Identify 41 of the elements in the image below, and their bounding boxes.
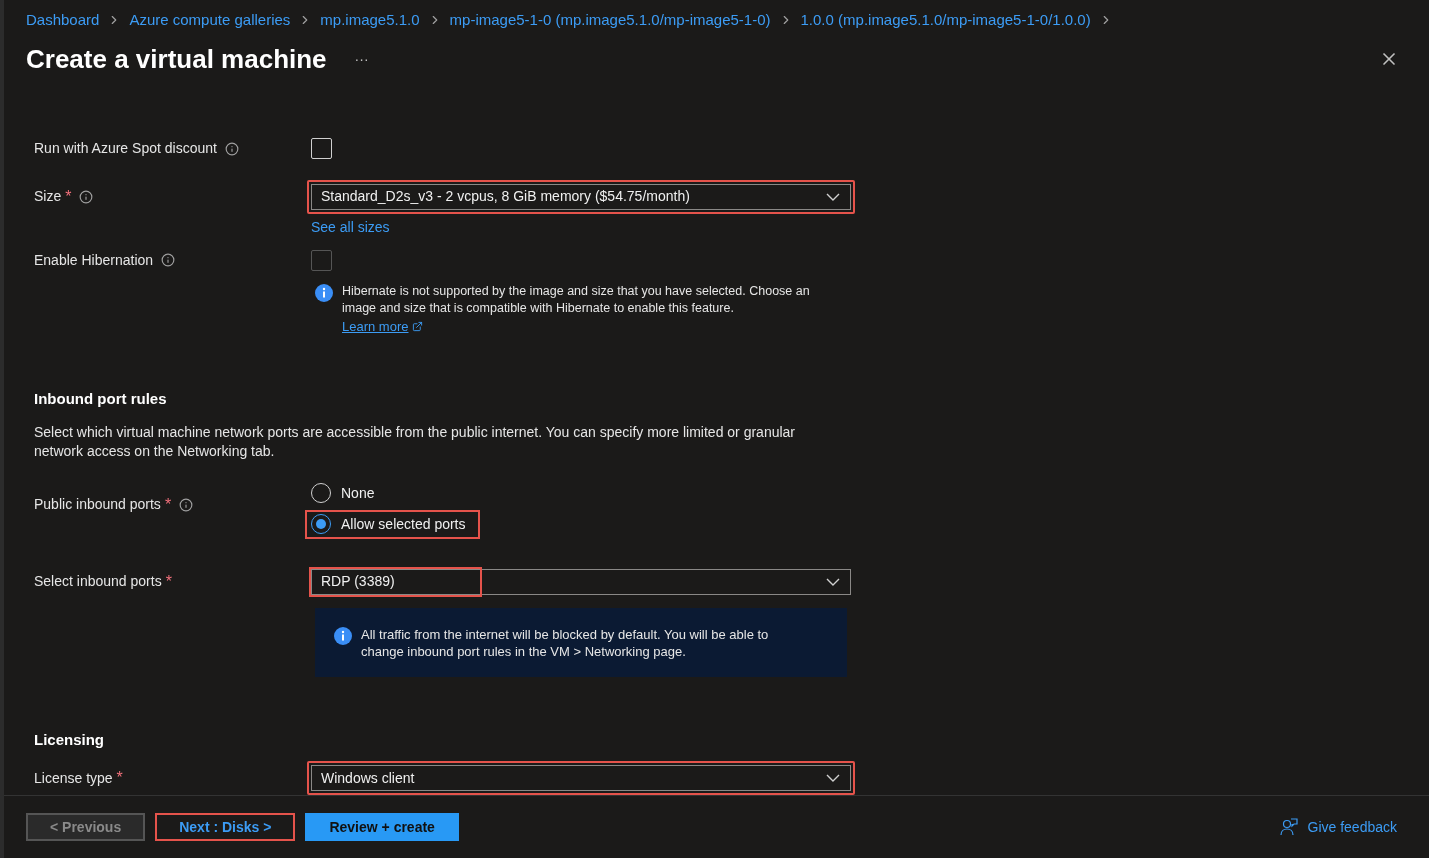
more-button[interactable]: ··· — [354, 48, 369, 70]
external-link-icon — [412, 320, 424, 332]
hibernation-note: Hibernate is not supported by the image and size that you have selected. Choose an image and size that is compatible with Hibernate to enable this feature. — [342, 282, 811, 317]
breadcrumb-link[interactable]: 1.0.0 (mp.image5.1.0/mp-image5-1-0/1.0.0) — [800, 9, 1091, 32]
info-icon — [334, 626, 352, 645]
info-icon — [315, 283, 333, 302]
dropdown[interactable]: Windows client — [307, 761, 855, 795]
info-icon[interactable] — [161, 253, 176, 267]
section-description: Select which virtual machine network ports are accessible from the public internet. You can specify more limited or granular network access on the Networking tab. — [34, 422, 797, 461]
required-mark: * — [65, 186, 72, 207]
footer-button[interactable]: Next : Disks > — [155, 813, 296, 841]
required-mark: * — [116, 768, 123, 788]
section-heading: Inbound port rules — [34, 389, 168, 409]
field-label: Public inbound ports — [34, 495, 161, 514]
radio-option[interactable]: None — [305, 478, 389, 508]
page-title: Create a virtual machine — [26, 42, 327, 76]
breadcrumb-link[interactable]: mp.image5.1.0 — [320, 9, 420, 32]
see-all-sizes-link[interactable]: See all sizes — [311, 216, 390, 238]
footer-button[interactable]: Review + create — [305, 813, 459, 841]
info-banner: All traffic from the internet will be blocked by default. You will be able to change inbound port rules in the VM > Networking page. — [315, 607, 847, 677]
breadcrumb-link[interactable]: Dashboard — [26, 9, 100, 32]
info-icon[interactable] — [224, 141, 239, 156]
required-mark: * — [165, 571, 172, 592]
chevron-down-icon — [826, 577, 840, 586]
info-icon[interactable] — [79, 189, 94, 204]
field-label: Run with Azure Spot discount — [34, 139, 217, 158]
dropdown[interactable]: Standard_D2s_v3 - 2 vcpus, 8 GiB memory ($54.75/month) — [307, 179, 855, 214]
info-icon[interactable] — [179, 497, 194, 512]
give-feedback-link[interactable]: Give feedback — [1307, 816, 1397, 838]
section-heading: Licensing — [34, 729, 105, 750]
field-label: Size — [34, 187, 62, 206]
chevron-down-icon — [826, 774, 840, 782]
chevron-down-icon — [826, 192, 840, 201]
breadcrumb-link[interactable]: mp-image5-1-0 (mp.image5.1.0/mp-image5-1-0) — [449, 9, 771, 32]
field-label: Select inbound ports — [34, 572, 162, 591]
field-label: License type — [34, 768, 113, 788]
required-mark: * — [164, 494, 172, 515]
radio-option[interactable]: Allow selected ports — [305, 509, 480, 539]
field-label: Enable Hibernation — [34, 250, 154, 270]
feedback-person-icon — [1279, 818, 1298, 836]
breadcrumb-link[interactable]: Azure compute galleries — [129, 9, 291, 32]
